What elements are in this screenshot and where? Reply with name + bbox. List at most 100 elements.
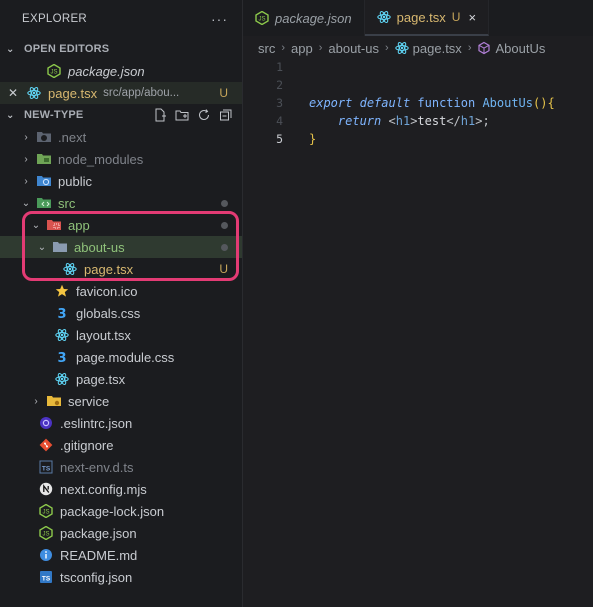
nodejs-icon: JS xyxy=(255,11,269,25)
keyword-return: return xyxy=(337,114,382,128)
open-editor-label: page.tsx xyxy=(48,85,98,101)
tree-item-app[interactable]: ⌄ app xyxy=(0,214,242,236)
react-icon xyxy=(54,371,70,387)
public-folder-icon xyxy=(36,173,52,189)
tree-item-app-page-tsx[interactable]: page.tsx xyxy=(0,368,242,390)
breadcrumb-about-us[interactable]: about-us xyxy=(328,41,379,56)
tree-item-next[interactable]: › .next xyxy=(0,126,242,148)
tree-item-package-json[interactable]: JS package.json xyxy=(0,522,242,544)
tab-page-tsx[interactable]: page.tsx U × xyxy=(364,0,490,36)
breadcrumb-aboutus-symbol[interactable]: AboutUs xyxy=(495,41,545,56)
react-icon xyxy=(394,41,409,55)
modified-dot xyxy=(221,221,228,229)
tree-item-package-lock[interactable]: JS package-lock.json xyxy=(0,500,242,522)
breadcrumb-app[interactable]: app xyxy=(291,41,313,56)
new-file-icon[interactable] xyxy=(152,107,168,123)
tree-item-node-modules[interactable]: › node_modules xyxy=(0,148,242,170)
chevron-down-icon: ⌄ xyxy=(6,43,15,55)
collapse-all-icon[interactable] xyxy=(218,107,234,123)
untracked-badge: U xyxy=(451,10,461,24)
tree-item-about-us[interactable]: ⌄ about-us xyxy=(0,236,242,258)
tree-item-label: globals.css xyxy=(76,305,141,321)
new-folder-icon[interactable] xyxy=(174,107,190,123)
tree-item-public[interactable]: › public xyxy=(0,170,242,192)
untracked-badge: U xyxy=(219,86,228,100)
tree-item-label: package.json xyxy=(60,525,137,541)
tab-label: page.tsx xyxy=(396,9,446,25)
svg-text:3: 3 xyxy=(57,307,66,320)
svg-text:JS: JS xyxy=(50,70,57,76)
breadcrumb-src[interactable]: src xyxy=(258,41,275,56)
tree-item-label: next-env.d.ts xyxy=(60,459,134,475)
tree-item-label: page.tsx xyxy=(76,371,126,387)
close-brace: } xyxy=(309,132,317,146)
close-icon[interactable]: ✕ xyxy=(8,86,20,100)
jsx-close-lt: </ xyxy=(446,114,461,128)
more-actions-icon[interactable]: ··· xyxy=(211,11,228,27)
tree-item-gitignore[interactable]: .gitignore xyxy=(0,434,242,456)
css-icon: 3 xyxy=(54,349,70,365)
tab-package-json[interactable]: JS package.json xyxy=(243,0,365,36)
breadcrumb-page-tsx[interactable]: page.tsx xyxy=(413,41,462,56)
code-line: 4 return <h1>test</h1>; xyxy=(243,112,593,130)
app-folder-icon xyxy=(46,217,62,233)
tree-item-src[interactable]: ⌄ src xyxy=(0,192,242,214)
tree-item-label: page.tsx xyxy=(84,261,134,277)
chevron-down-icon: ⌄ xyxy=(37,241,47,253)
tree-item-tsconfig[interactable]: TS tsconfig.json xyxy=(0,566,242,588)
modified-dot xyxy=(221,199,228,207)
tree-item-label: public xyxy=(58,173,92,189)
chevron-right-icon: › xyxy=(24,153,28,165)
tree-item-label: layout.tsx xyxy=(76,327,131,343)
chevron-right-icon: › xyxy=(24,175,28,187)
react-icon xyxy=(54,327,70,343)
react-icon xyxy=(376,10,391,24)
jsx-text: test xyxy=(417,114,447,128)
tree-item-favicon[interactable]: favicon.ico xyxy=(0,280,242,302)
code-editor[interactable]: 1 2 3 export default function AboutUs(){… xyxy=(243,58,593,148)
folder-icon xyxy=(52,239,68,255)
nodejs-icon: JS xyxy=(38,503,54,519)
chevron-right-icon: › xyxy=(467,42,472,54)
open-editors-heading: OPEN EDITORS xyxy=(24,43,110,55)
keyword-export: export xyxy=(309,96,353,110)
code-line: 5 } xyxy=(243,130,593,148)
node-modules-folder-icon xyxy=(36,151,52,167)
tree-item-eslintrc[interactable]: .eslintrc.json xyxy=(0,412,242,434)
explorer-header: EXPLORER ··· xyxy=(0,0,242,38)
tree-item-label: .next xyxy=(58,129,87,145)
jsx-end: >; xyxy=(475,114,490,128)
tsconfig-icon: TS xyxy=(38,569,54,585)
line-number: 4 xyxy=(276,114,283,128)
nodejs-icon: JS xyxy=(46,63,62,79)
explorer-sidebar: EXPLORER ··· ⌄ OPEN EDITORS JS package.j… xyxy=(0,0,243,607)
tree-item-next-config[interactable]: next.config.mjs xyxy=(0,478,242,500)
line-number: 2 xyxy=(276,78,283,92)
open-editors-header[interactable]: ⌄ OPEN EDITORS xyxy=(0,38,242,60)
tree-item-label: .eslintrc.json xyxy=(60,415,133,431)
jsx-tag: h1 xyxy=(460,114,476,128)
tree-item-page-module-css[interactable]: 3 page.module.css xyxy=(0,346,242,368)
close-tab-icon[interactable]: × xyxy=(468,10,476,25)
svg-text:3: 3 xyxy=(57,351,66,364)
refresh-icon[interactable] xyxy=(196,107,212,123)
tree-item-next-env[interactable]: TS next-env.d.ts xyxy=(0,456,242,478)
chevron-right-icon: › xyxy=(384,42,389,54)
tree-item-layout-tsx[interactable]: layout.tsx xyxy=(0,324,242,346)
project-header[interactable]: ⌄ NEW-TYPE xyxy=(0,104,242,126)
open-editor-item-page-tsx[interactable]: ✕ page.tsx src/app/abou... U xyxy=(0,82,242,104)
tree-item-label: service xyxy=(68,393,110,409)
svg-text:JS: JS xyxy=(42,532,49,538)
open-editor-item-package-json[interactable]: JS package.json xyxy=(0,60,242,82)
tree-item-globals-css[interactable]: 3 globals.css xyxy=(0,302,242,324)
tree-item-service[interactable]: › service xyxy=(0,390,242,412)
service-folder-icon xyxy=(46,393,62,409)
chevron-right-icon: › xyxy=(24,131,28,143)
tree-item-about-us-page-tsx[interactable]: page.tsx U xyxy=(0,258,242,280)
line-number: 3 xyxy=(276,96,283,110)
react-icon xyxy=(62,261,78,277)
tree-item-readme[interactable]: README.md xyxy=(0,544,242,566)
tree-item-label: tsconfig.json xyxy=(60,569,133,585)
next-folder-icon xyxy=(36,129,52,145)
chevron-down-icon: ⌄ xyxy=(21,197,31,209)
